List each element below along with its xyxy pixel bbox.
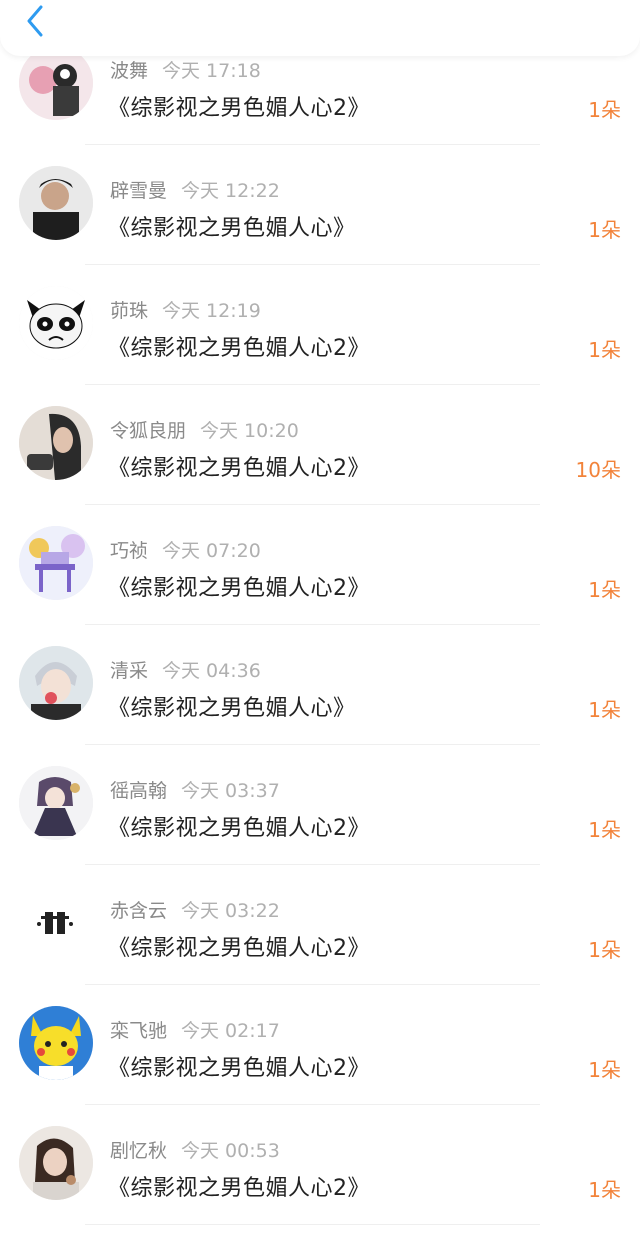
send-time: 今天 03:37 [181,780,280,802]
list-item[interactable]: 栾飞驰 今天 02:17 《综影视之男色媚人心2》 1朵 [0,992,640,1112]
avatar[interactable] [19,46,93,120]
sender-line: 辟雪曼 今天 12:22 [110,176,280,203]
flower-count: 1朵 [588,338,621,362]
flower-count: 10朵 [575,458,621,482]
flower-count: 1朵 [588,818,621,842]
divider [85,624,540,625]
flower-count: 1朵 [588,578,621,602]
sender-name: 波舞 [110,60,149,82]
send-time: 今天 02:17 [181,1020,280,1042]
send-time: 今天 07:20 [162,540,261,562]
sender-line: 赤含云 今天 03:22 [110,896,280,923]
list-item[interactable]: 剧忆秋 今天 00:53 《综影视之男色媚人心2》 1朵 [0,1112,640,1232]
flower-count: 1朵 [588,98,621,122]
avatar[interactable] [19,406,93,480]
divider [85,984,540,985]
avatar[interactable] [19,526,93,600]
book-title: 《综影视之男色媚人心2》 [108,1176,370,1201]
flower-count: 1朵 [588,1178,621,1202]
book-title: 《综影视之男色媚人心》 [108,216,356,241]
avatar[interactable] [19,766,93,840]
book-title: 《综影视之男色媚人心2》 [108,336,370,361]
divider [85,1104,540,1105]
send-time: 今天 04:36 [162,660,261,682]
send-time: 今天 17:18 [162,60,261,82]
avatar[interactable] [19,166,93,240]
top-bar [0,0,640,56]
sender-name: 辟雪曼 [110,180,168,202]
send-time: 今天 12:19 [162,300,261,322]
book-title: 《综影视之男色媚人心》 [108,696,356,721]
sender-name: 徭高翰 [110,780,168,802]
avatar[interactable] [19,646,93,720]
divider [85,864,540,865]
sender-line: 徭高翰 今天 03:37 [110,776,280,803]
list-item[interactable]: 令狐良朋 今天 10:20 《综影视之男色媚人心2》 10朵 [0,392,640,512]
book-title: 《综影视之男色媚人心2》 [108,96,370,121]
sender-line: 茆珠 今天 12:19 [110,296,261,323]
divider [85,264,540,265]
list-item[interactable]: 茆珠 今天 12:19 《综影视之男色媚人心2》 1朵 [0,272,640,392]
list-item[interactable]: 巧祯 今天 07:20 《综影视之男色媚人心2》 1朵 [0,512,640,632]
send-time: 今天 03:22 [181,900,280,922]
sender-name: 巧祯 [110,540,149,562]
book-title: 《综影视之男色媚人心2》 [108,936,370,961]
list-item[interactable]: 徭高翰 今天 03:37 《综影视之男色媚人心2》 1朵 [0,752,640,872]
flower-count: 1朵 [588,218,621,242]
sender-name: 栾飞驰 [110,1020,168,1042]
divider [85,144,540,145]
avatar[interactable] [19,1006,93,1080]
sender-line: 巧祯 今天 07:20 [110,536,261,563]
avatar[interactable] [19,1126,93,1200]
flower-count: 1朵 [588,698,621,722]
sender-name: 令狐良朋 [110,420,187,442]
send-time: 今天 12:22 [181,180,280,202]
sender-line: 令狐良朋 今天 10:20 [110,416,299,443]
sender-name: 剧忆秋 [110,1140,168,1162]
avatar[interactable] [19,286,93,360]
book-title: 《综影视之男色媚人心2》 [108,1056,370,1081]
divider [85,504,540,505]
list-item[interactable]: 辟雪曼 今天 12:22 《综影视之男色媚人心》 1朵 [0,152,640,272]
chevron-left-icon [27,5,43,37]
book-title: 《综影视之男色媚人心2》 [108,816,370,841]
divider [85,1224,540,1225]
sender-line: 栾飞驰 今天 02:17 [110,1016,280,1043]
divider [85,744,540,745]
list-item[interactable]: 赤含云 今天 03:22 《综影视之男色媚人心2》 1朵 [0,872,640,992]
sender-line: 剧忆秋 今天 00:53 [110,1136,280,1163]
sender-line: 波舞 今天 17:18 [110,56,261,83]
sender-line: 清采 今天 04:36 [110,656,261,683]
book-title: 《综影视之男色媚人心2》 [108,576,370,601]
sender-name: 赤含云 [110,900,168,922]
book-title: 《综影视之男色媚人心2》 [108,456,370,481]
send-time: 今天 10:20 [200,420,299,442]
avatar[interactable] [19,886,93,960]
flower-count: 1朵 [588,1058,621,1082]
send-time: 今天 00:53 [181,1140,280,1162]
list-item[interactable]: 清采 今天 04:36 《综影视之男色媚人心》 1朵 [0,632,640,752]
sender-name: 清采 [110,660,149,682]
flower-count: 1朵 [588,938,621,962]
sender-name: 茆珠 [110,300,149,322]
back-button[interactable] [18,4,52,38]
divider [85,384,540,385]
